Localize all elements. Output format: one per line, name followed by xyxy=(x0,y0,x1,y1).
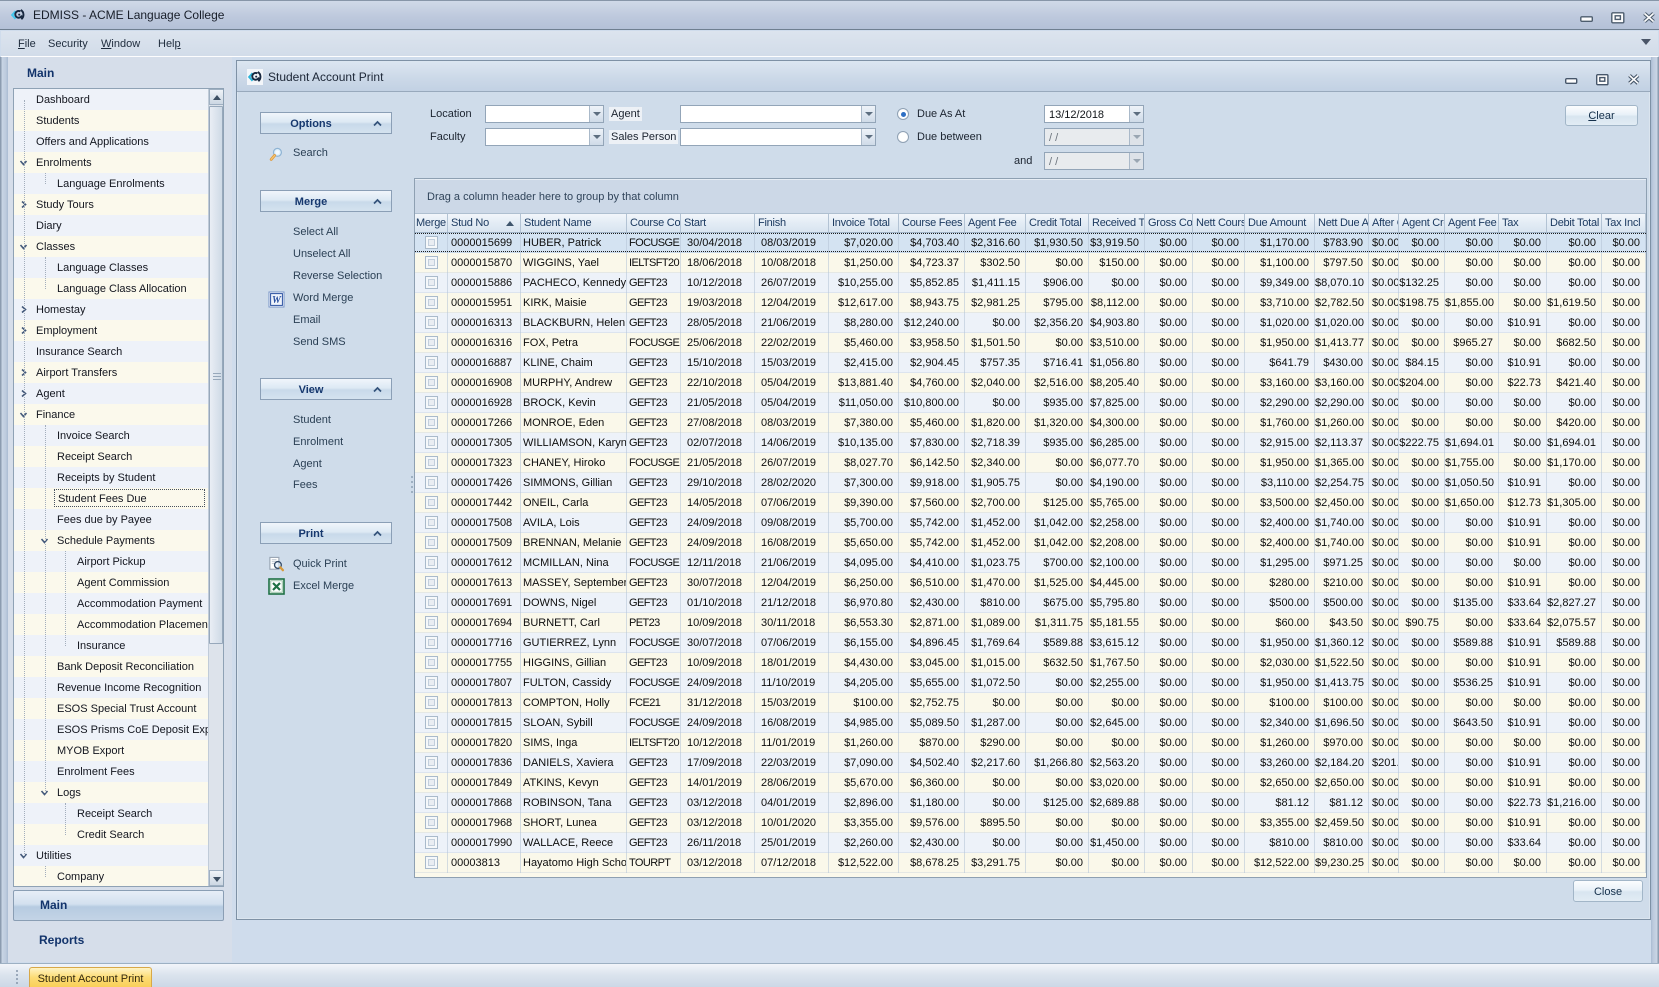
svg-text:W: W xyxy=(272,295,282,306)
